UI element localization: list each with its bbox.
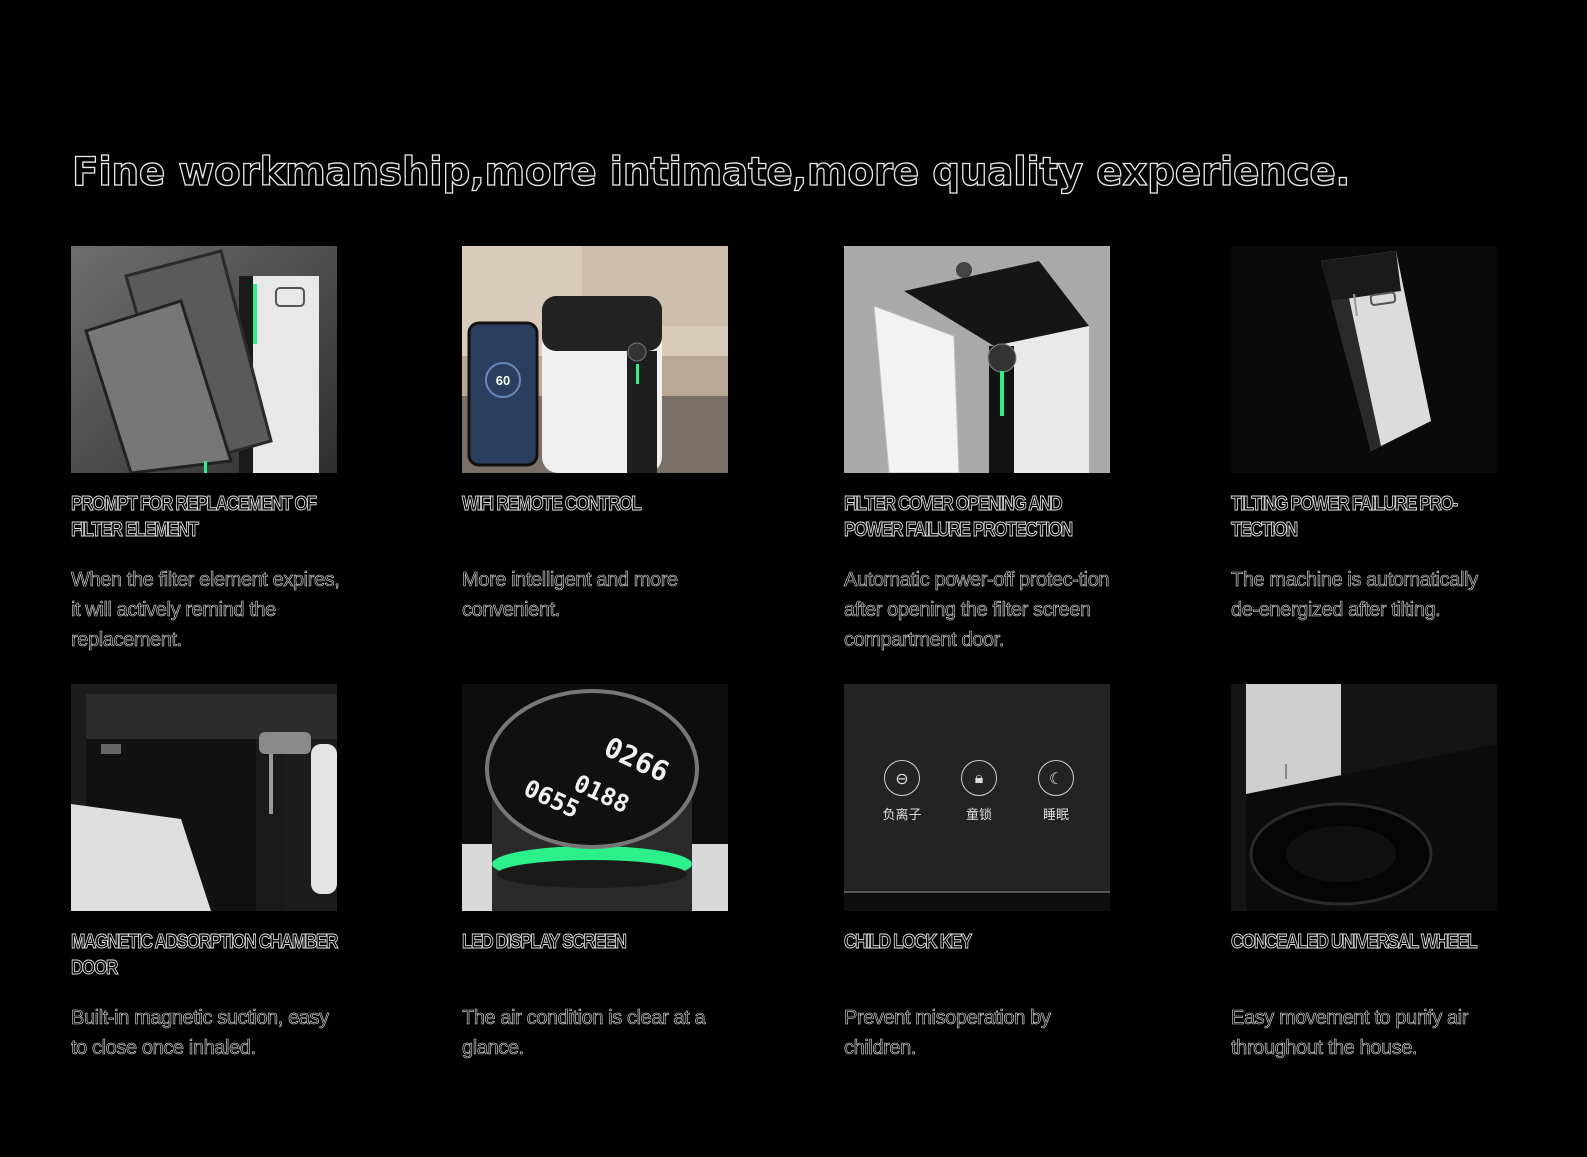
panel-button-sleep: ☾ 睡眠 (1028, 760, 1084, 823)
anion-icon: ⊖ (884, 760, 920, 796)
feature-title: WIFI REMOTE CONTROL (462, 493, 642, 516)
feature-card-wifi-remote: 60 WIFI REMOTE CONTROL More intelligent … (462, 246, 728, 625)
moon-icon: ☾ (1038, 760, 1074, 796)
feature-description: The air condition is clear at a glance. (462, 1007, 706, 1060)
filter-replacement-photo (71, 246, 337, 473)
page-headline: Fine workmanship,more intimate,more qual… (71, 149, 1351, 195)
phone-value: 60 (496, 373, 510, 388)
feature-card-wheel: CONCEALED UNIVERSAL WHEEL Easy movement … (1231, 684, 1497, 1063)
feature-card-magnetic-door: MAGNETIC ADSORPTION CHAMBER DOOR Built-i… (71, 684, 339, 1063)
feature-description: Prevent misoperation by children. (844, 1007, 1051, 1060)
child-lock-photo: ⊖ 负离子 🔒︎ 童锁 ☾ 睡眠 (844, 684, 1110, 911)
panel-edge (844, 891, 1110, 911)
feature-card-child-lock: ⊖ 负离子 🔒︎ 童锁 ☾ 睡眠 CHILD LOCK KEY Prevent … (844, 684, 1110, 1063)
filter-cover-photo (844, 246, 1110, 473)
feature-title: LED DISPLAY SCREEN (462, 931, 628, 954)
feature-title: TILTING POWER FAILURE PRO-TECTION (1231, 493, 1459, 542)
feature-card-filter-cover: FILTER COVER OPENING AND POWER FAILURE P… (844, 246, 1110, 655)
feature-description: The machine is automatically de-energize… (1231, 569, 1479, 622)
feature-title: CHILD LOCK KEY (844, 931, 973, 954)
feature-description: More intelligent and more convenient. (462, 569, 679, 622)
feature-card-filter-replacement: PROMPT FOR REPLACEMENT OF FILTER ELEMENT… (71, 246, 340, 655)
feature-description: When the filter element expires, it will… (71, 569, 340, 652)
feature-title: PROMPT FOR REPLACEMENT OF FILTER ELEMENT (71, 493, 318, 542)
feature-card-tilting: TILTING POWER FAILURE PRO-TECTION The ma… (1231, 246, 1497, 625)
feature-card-led-display: 0266 0188 0655 LED DISPLAY SCREEN The ai… (462, 684, 728, 1063)
tilting-photo (1231, 246, 1497, 473)
feature-description: Automatic power-off protec-tion after op… (844, 569, 1110, 652)
panel-label: 负离子 (882, 808, 922, 823)
panel-icon-row: ⊖ 负离子 🔒︎ 童锁 ☾ 睡眠 (874, 760, 1084, 823)
feature-title: CONCEALED UNIVERSAL WHEEL (1231, 931, 1478, 954)
feature-description: Easy movement to purify air throughout t… (1231, 1007, 1469, 1060)
led-display-photo: 0266 0188 0655 (462, 684, 728, 911)
feature-title: FILTER COVER OPENING AND POWER FAILURE P… (844, 493, 1074, 542)
lock-icon: 🔒︎ (961, 760, 997, 796)
wifi-app-photo: 60 (462, 246, 728, 473)
feature-title: MAGNETIC ADSORPTION CHAMBER DOOR (71, 931, 339, 980)
feature-description: Built-in magnetic suction, easy to close… (71, 1007, 330, 1060)
wheel-photo (1231, 684, 1497, 911)
panel-label: 睡眠 (1042, 808, 1069, 823)
panel-button-anion: ⊖ 负离子 (874, 760, 930, 823)
magnetic-door-photo (71, 684, 337, 911)
panel-button-lock: 🔒︎ 童锁 (951, 760, 1007, 823)
panel-label: 童锁 (965, 808, 992, 823)
